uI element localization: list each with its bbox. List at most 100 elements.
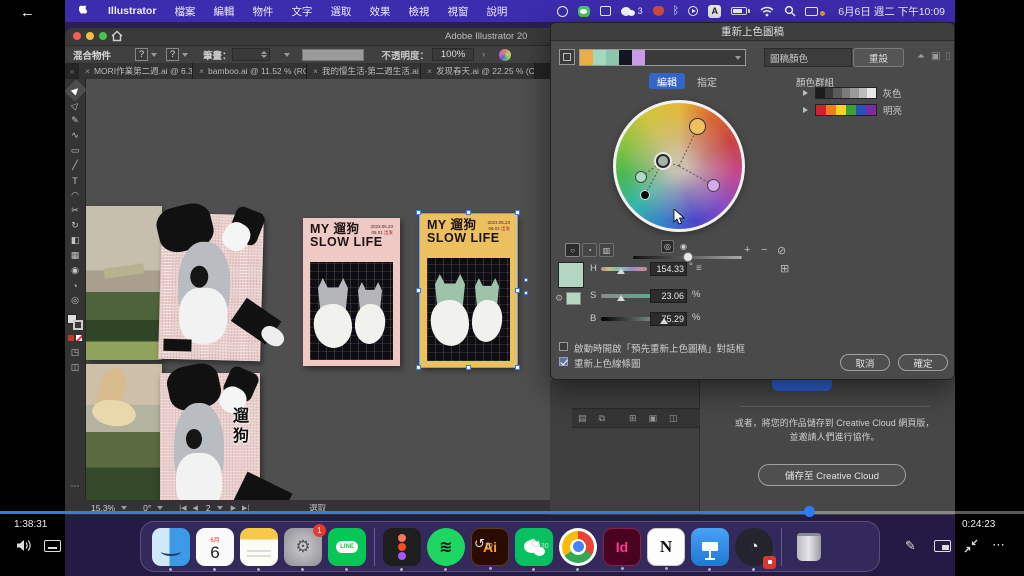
selection-handle[interactable] [524,291,528,295]
player-skip-back-button[interactable]: ↺10 [474,536,493,552]
type-tool-icon[interactable]: T [67,173,84,188]
opacity-more[interactable]: › [482,49,485,60]
minimize-window-button[interactable] [86,32,94,40]
input-source-icon[interactable]: A [708,5,721,18]
wifi-icon[interactable] [760,6,774,17]
scissors-tool-icon[interactable]: ✂ [67,203,84,218]
saturation-value[interactable]: 23.06 [650,289,687,303]
selection-handle[interactable] [416,288,421,293]
doc-tab-1[interactable]: ×MORI作業第二週.ai @ 6.34 % ... [79,63,193,79]
secondary-color-swatch[interactable] [566,292,581,305]
menu-file[interactable]: 檔案 [174,4,195,19]
reference-photo-park[interactable] [86,206,162,360]
panel-folder-icon[interactable]: ▣ [649,413,658,424]
doc-tab-4[interactable]: ×发现春天.ai @ 22.25 % (CMY... [421,63,535,79]
dock-figma-icon[interactable] [383,528,421,566]
selection-handle[interactable] [515,288,520,293]
color-bars-button[interactable]: ▥ [599,243,614,257]
variable-width-box[interactable] [302,49,364,61]
delete-group-icon[interactable]: ▯ [945,51,951,62]
pen-tablet-status-icon[interactable] [600,6,611,16]
selection-handle[interactable] [515,210,520,215]
dock-chrome-icon[interactable] [559,528,597,566]
wheel-marker-orange[interactable] [689,118,706,135]
preset-icon[interactable] [559,49,575,65]
stroke-color-dropdown[interactable]: ? [166,48,191,61]
player-volume-icon[interactable] [16,539,32,552]
bluetooth-icon[interactable]: ᛒ [673,5,680,17]
selection-handle[interactable] [524,278,528,282]
rotate-tool-icon[interactable]: ↻ [67,218,84,233]
screen-record-status-icon[interactable] [688,6,698,16]
wheel-smooth-button[interactable]: ○ [565,243,580,257]
artwork-swatch-strip[interactable] [579,49,746,66]
zoom-window-button[interactable] [99,32,107,40]
saturation-slider-handle[interactable] [617,295,625,301]
close-tab-icon[interactable]: × [199,66,204,76]
overflow-tabs-icon[interactable]: » [65,66,79,76]
compass-status-icon[interactable] [557,6,568,17]
rectangle-tool-icon[interactable]: ▭ [67,143,84,158]
dock-finder-icon[interactable] [152,528,190,566]
unlink-harmony-icon[interactable]: ⊘ [777,244,786,257]
artboard-dropdown-icon[interactable] [217,506,223,510]
selection-handle[interactable] [416,210,421,215]
player-back-button[interactable]: ← [20,4,35,21]
player-captions-icon[interactable] [44,540,61,552]
disclosure-icon[interactable] [803,107,808,113]
swatch[interactable] [606,50,619,65]
obs-paw-status-icon[interactable] [653,6,664,16]
draw-mode-icon[interactable]: ◳ [67,345,84,360]
player-pip-icon[interactable] [934,540,951,552]
color-none-buttons[interactable] [68,335,82,341]
new-color-group-icon[interactable]: ▣ [931,51,940,62]
eyedropper-tool-icon[interactable]: ◉ [67,263,84,278]
close-window-button[interactable] [73,32,81,40]
tab-assign[interactable]: 指定 [689,73,725,89]
dock-notes-icon[interactable] [240,528,278,566]
current-color-swatch[interactable] [558,262,584,288]
zoom-dropdown-icon[interactable] [121,506,127,510]
player-shrink-icon[interactable] [964,539,978,553]
player-skip-forward-button[interactable]: ↻30 [530,536,549,552]
menu-window[interactable]: 視窗 [447,4,468,19]
opacity-value[interactable]: 100% [432,48,474,61]
dog-poster-top[interactable] [158,213,264,362]
wheel-marker-selected[interactable] [656,154,670,168]
hue-value[interactable]: 154.33 [650,262,687,276]
dock-calendar-icon[interactable]: 6月6 [196,528,234,566]
hidden-blue-button[interactable] [772,380,832,391]
search-icon[interactable] [784,5,796,17]
wheel-segmented-button[interactable]: ◔ [582,243,597,257]
selection-handle[interactable] [416,365,421,370]
add-color-tool-icon[interactable]: + [744,244,750,256]
close-tab-icon[interactable]: × [427,66,432,76]
recolor-art-checkbox[interactable] [559,357,568,366]
menu-type[interactable]: 文字 [291,4,312,19]
player-annotate-icon[interactable]: ✎ [905,538,916,554]
selection-handle[interactable] [466,210,471,215]
fill-stroke-indicator[interactable] [67,314,83,330]
selection-handle[interactable] [466,365,471,370]
selection-handle[interactable] [515,365,520,370]
screen-mode-icon[interactable]: ◫ [67,360,84,375]
swatch[interactable] [593,50,606,65]
hue-slider-handle[interactable] [617,268,625,274]
wheel-marker-mint[interactable] [635,171,647,183]
brightness-value[interactable]: 75.29 [650,312,687,326]
menu-app-name[interactable]: Illustrator [108,5,156,17]
zoom-tool-icon[interactable]: ◎ [67,293,84,308]
player-progress-handle[interactable] [804,506,815,517]
player-progress-bar[interactable] [0,511,1024,514]
wheel-marker-purple[interactable] [707,179,720,192]
arc-tool-icon[interactable]: ◠ [67,188,84,203]
panel-duplicate-icon[interactable]: ⧉ [599,413,605,424]
cancel-button[interactable]: 取消 [840,354,890,371]
dock-obs-icon[interactable]: ◔ [735,528,773,566]
dock-spotify-icon[interactable]: ≋ [427,528,465,566]
curvature-tool-icon[interactable]: ∿ [67,128,84,143]
doc-tab-3[interactable]: ×我的慢生活-第二週生活.ai @ 2... [307,63,421,79]
color-group-bright[interactable]: 明亮 [803,103,902,117]
apple-menu[interactable] [79,3,90,19]
swatch[interactable] [632,50,645,65]
